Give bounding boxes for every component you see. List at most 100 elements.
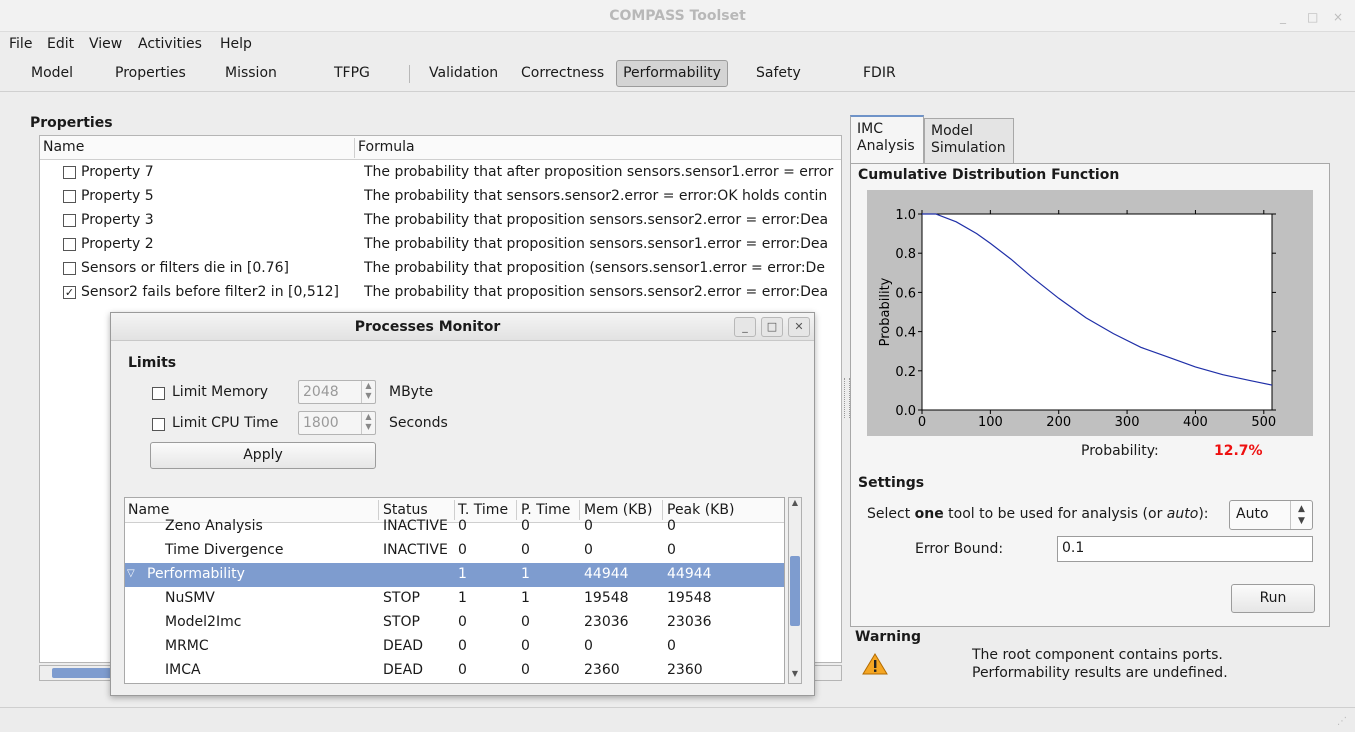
processes-table: Name Status T. Time P. Time Mem (KB) Pea… (124, 497, 785, 684)
scroll-thumb[interactable] (790, 556, 800, 626)
menu-help[interactable]: Help (220, 36, 252, 52)
property-checkbox[interactable] (63, 190, 76, 203)
properties-table-header: Name Formula (40, 136, 841, 160)
run-button[interactable]: Run (1231, 584, 1315, 613)
x-tick-label: 0 (918, 415, 926, 430)
y-tick-label: 0.6 (895, 286, 916, 301)
processes-monitor-dialog: Processes Monitor _ □ ✕ Limits Limit Mem… (110, 312, 815, 696)
process-peak: 2360 (667, 662, 703, 678)
resize-grip-icon[interactable]: ⋰ (1337, 716, 1347, 727)
property-formula: The probability that after proposition s… (364, 164, 834, 180)
property-checkbox[interactable]: ✓ (63, 286, 76, 299)
spinner-value: 2048 (303, 384, 339, 400)
tab-label: IMC (857, 121, 883, 137)
maximize-icon[interactable]: □ (1307, 10, 1318, 24)
tab-tfpg[interactable]: TFPG (330, 58, 374, 88)
property-row[interactable]: Property 2 The probability that propositi… (40, 233, 841, 257)
col-formula[interactable]: Formula (358, 139, 415, 155)
tab-validation[interactable]: Validation (425, 58, 502, 88)
tool-select[interactable]: Auto ▲ ▼ (1229, 500, 1313, 530)
scroll-down-icon[interactable]: ▼ (789, 669, 801, 683)
y-tick-label: 0.2 (895, 365, 916, 380)
tab-model[interactable]: Model (27, 58, 77, 88)
limit-memory-checkbox[interactable] (152, 387, 165, 400)
process-mem: 44944 (584, 566, 629, 582)
process-status: INACTIVE (383, 518, 448, 534)
cdf-heading: Cumulative Distribution Function (858, 167, 1120, 183)
menu-activities[interactable]: Activities (138, 36, 202, 52)
menu-edit[interactable]: Edit (47, 36, 74, 52)
window-titlebar: COMPASS Toolset _ □ × (0, 0, 1355, 32)
process-name: IMCA (165, 662, 201, 678)
scroll-thumb[interactable] (52, 668, 112, 678)
process-name: MRMC (165, 638, 209, 654)
tab-safety[interactable]: Safety (752, 58, 805, 88)
apply-button[interactable]: Apply (150, 442, 376, 469)
cdf-chart: 0.0 0.2 0.4 0.6 0.8 1.0 0 100 200 300 400 500 Probab… (867, 190, 1313, 436)
property-row[interactable]: Property 5 The probability that sensors.s… (40, 185, 841, 209)
menu-file[interactable]: File (9, 36, 32, 52)
property-name: Property 7 (81, 164, 154, 180)
warning-icon (862, 653, 888, 675)
property-checkbox[interactable] (63, 214, 76, 227)
minimize-icon[interactable]: _ (734, 317, 756, 337)
property-row[interactable]: Property 3 The probability that propositi… (40, 209, 841, 233)
maximize-icon[interactable]: □ (761, 317, 783, 337)
cdf-chart-svg: 0.0 0.2 0.4 0.6 0.8 1.0 0 100 200 300 400 500 Probab… (878, 208, 1276, 430)
tab-performability[interactable]: Performability (616, 60, 728, 87)
expand-arrow-icon[interactable]: ▽ (127, 568, 135, 579)
spinner-arrows-icon[interactable]: ▲ ▼ (361, 412, 375, 434)
x-tick-label: 400 (1183, 415, 1208, 430)
process-row[interactable]: Zeno Analysis INACTIVE 0 0 0 0 (125, 515, 784, 539)
close-icon[interactable]: ✕ (788, 317, 810, 337)
tab-fdir[interactable]: FDIR (859, 58, 900, 88)
minimize-icon[interactable]: _ (1280, 10, 1286, 24)
property-name: Property 2 (81, 236, 154, 252)
property-checkbox[interactable] (63, 262, 76, 275)
process-mem: 2360 (584, 662, 620, 678)
limit-memory-spinner[interactable]: 2048 ▲ ▼ (298, 380, 376, 404)
limits-heading: Limits (128, 355, 177, 371)
scroll-up-icon[interactable]: ▲ (789, 498, 801, 512)
error-bound-label: Error Bound: (915, 541, 1004, 557)
processes-vscrollbar[interactable]: ▲ ▼ (788, 497, 802, 684)
process-row[interactable]: MRMC DEAD 0 0 0 0 (125, 635, 784, 659)
tab-mission[interactable]: Mission (221, 58, 281, 88)
dialog-titlebar[interactable]: Processes Monitor _ □ ✕ (111, 313, 814, 341)
tab-model-simulation[interactable]: Model Simulation (924, 118, 1014, 163)
tab-properties[interactable]: Properties (111, 58, 190, 88)
property-row[interactable]: ✓ Sensor2 fails before filter2 in [0,512]… (40, 281, 841, 305)
tab-imc-analysis[interactable]: IMC Analysis (850, 115, 924, 164)
process-row[interactable]: Time Divergence INACTIVE 0 0 0 0 (125, 539, 784, 563)
col-name[interactable]: Name (43, 139, 84, 155)
property-row[interactable]: Sensors or filters die in [0.76] The prob… (40, 257, 841, 281)
error-bound-input[interactable]: 0.1 (1057, 536, 1313, 562)
process-name: NuSMV (165, 590, 215, 606)
limit-memory-label: Limit Memory (172, 384, 269, 400)
close-icon[interactable]: × (1333, 10, 1343, 24)
process-row[interactable]: IMCA DEAD 0 0 2360 2360 (125, 659, 784, 683)
limit-cpu-checkbox[interactable] (152, 418, 165, 431)
process-name: Model2Imc (165, 614, 242, 630)
tab-label: Simulation (931, 140, 1006, 156)
process-t-time: 0 (458, 542, 467, 558)
process-row[interactable]: ▽ Performability 1 1 44944 44944 (125, 563, 784, 587)
menu-view[interactable]: View (89, 36, 122, 52)
process-row[interactable]: NuSMV STOP 1 1 19548 19548 (125, 587, 784, 611)
property-row[interactable]: Property 7 The probability that after pro… (40, 161, 841, 185)
process-mem: 23036 (584, 614, 629, 630)
limit-cpu-spinner[interactable]: 1800 ▲ ▼ (298, 411, 376, 435)
window-title: COMPASS Toolset (609, 8, 746, 24)
process-row[interactable]: Model2Imc STOP 0 0 23036 23036 (125, 611, 784, 635)
process-status: STOP (383, 614, 420, 630)
property-checkbox[interactable] (63, 166, 76, 179)
process-mem: 0 (584, 518, 593, 534)
tab-correctness[interactable]: Correctness (517, 58, 608, 88)
property-name: Property 5 (81, 188, 154, 204)
spinner-arrows-icon[interactable]: ▲ ▼ (361, 381, 375, 403)
probability-label: Probability: (1081, 443, 1159, 459)
process-p-time: 0 (521, 638, 530, 654)
property-checkbox[interactable] (63, 238, 76, 251)
process-t-time: 0 (458, 518, 467, 534)
process-t-time: 1 (458, 590, 467, 606)
